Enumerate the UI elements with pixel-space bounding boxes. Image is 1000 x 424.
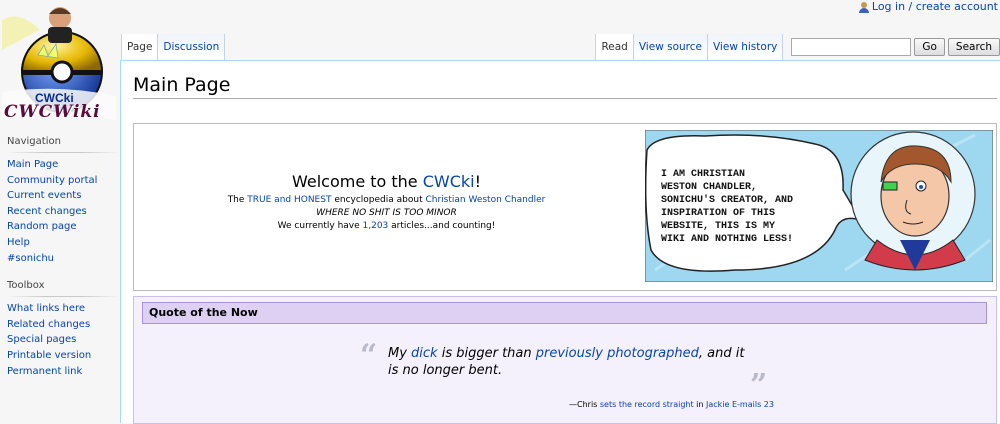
welcome-box: Welcome to the CWCki! The TRUE and HONES… bbox=[133, 123, 997, 291]
tab-view-history[interactable]: View history bbox=[707, 34, 784, 60]
sidebar-item-what-links-here[interactable]: What links here bbox=[7, 303, 85, 314]
bubble-line-3: SONICHU'S CREATOR, AND bbox=[661, 194, 793, 206]
article-count-link[interactable]: 1,203 bbox=[363, 221, 389, 231]
tagline-mid: encyclopedia about bbox=[331, 195, 426, 205]
navigation-heading: Navigation bbox=[7, 136, 120, 153]
tagline-pre: The bbox=[227, 195, 248, 205]
record-straight-link[interactable]: sets the record straight bbox=[600, 400, 694, 409]
sidebar-item-help[interactable]: Help bbox=[7, 237, 30, 248]
navigation-portlet: Navigation Main Page Community portal Cu… bbox=[0, 136, 120, 266]
go-button[interactable]: Go bbox=[914, 38, 945, 56]
tab-page[interactable]: Page bbox=[121, 34, 159, 60]
comic-image[interactable]: I AM CHRISTIAN WESTON CHANDLER, SONICHU'… bbox=[644, 129, 994, 283]
toolbox-portlet: Toolbox What links here Related changes … bbox=[0, 280, 120, 379]
welcome-suffix: ! bbox=[474, 172, 482, 191]
quote-header: Quote of the Now bbox=[142, 302, 987, 324]
namespace-tabs: Page Discussion bbox=[121, 34, 226, 60]
welcome-text: Welcome to the CWCki! The TRUE and HONES… bbox=[134, 124, 639, 290]
sidebar-item-recent-changes[interactable]: Recent changes bbox=[7, 206, 87, 217]
login-link[interactable]: Log in / create account bbox=[872, 0, 998, 14]
bubble-line-4: INSPIRATION OF THIS bbox=[661, 208, 775, 219]
sidebar-item-random-page[interactable]: Random page bbox=[7, 221, 77, 232]
sidebar: Navigation Main Page Community portal Cu… bbox=[0, 130, 120, 389]
quote-text: My dick is bigger than previously photog… bbox=[388, 345, 748, 379]
personal-tools: Log in / create account bbox=[858, 0, 998, 14]
quote-attribution: —Chris sets the record straight in Jacki… bbox=[569, 400, 774, 409]
bubble-line-5: WEBSITE, THIS IS MY bbox=[661, 221, 775, 232]
user-icon bbox=[858, 1, 869, 13]
count-pre: We currently have bbox=[277, 221, 363, 231]
sidebar-item-printable-version[interactable]: Printable version bbox=[7, 350, 91, 361]
cwcki-link[interactable]: CWCki bbox=[423, 172, 475, 191]
search-button[interactable]: Search bbox=[947, 38, 1000, 56]
sidebar-item-current-events[interactable]: Current events bbox=[7, 190, 81, 201]
close-quote-icon: ” bbox=[750, 368, 768, 403]
content-area: Main Page Welcome to the CWCki! The TRUE… bbox=[120, 60, 1000, 424]
welcome-title: Welcome to the CWCki! bbox=[134, 172, 639, 191]
quote-text-2: is bigger than bbox=[437, 346, 536, 361]
search-form: Go Search bbox=[791, 38, 1000, 56]
view-tabs: Read View source View history Go Search bbox=[595, 34, 1000, 60]
sidebar-item-permanent-link[interactable]: Permanent link bbox=[7, 366, 82, 377]
true-and-honest-link[interactable]: TRUE and HONEST bbox=[247, 195, 331, 205]
site-logo[interactable]: CWCki CWCWiki bbox=[0, 0, 120, 130]
bubble-line-1: I AM CHRISTIAN bbox=[661, 169, 745, 180]
motto: WHERE NO SHIT IS TOO MINOR bbox=[316, 208, 457, 218]
welcome-prefix: Welcome to the bbox=[291, 172, 423, 191]
sidebar-item-special-pages[interactable]: Special pages bbox=[7, 334, 76, 345]
count-post: articles...and counting! bbox=[388, 221, 496, 231]
article-count: We currently have 1,203 articles...and c… bbox=[134, 220, 639, 233]
sidebar-item-main-page[interactable]: Main Page bbox=[7, 159, 58, 170]
jackie-emails-link[interactable]: Jackie E-mails 23 bbox=[706, 400, 774, 409]
quote-text-1: My bbox=[388, 346, 412, 361]
attrib-mid: in bbox=[693, 400, 706, 409]
toolbox-heading: Toolbox bbox=[7, 280, 120, 298]
sidebar-item-related-changes[interactable]: Related changes bbox=[7, 319, 90, 330]
attrib-dash: —Chris bbox=[569, 400, 600, 409]
welcome-tagline: The TRUE and HONEST encyclopedia about C… bbox=[134, 194, 639, 207]
search-input[interactable] bbox=[791, 38, 912, 56]
page-title: Main Page bbox=[133, 73, 997, 99]
tab-view-source[interactable]: View source bbox=[633, 34, 708, 60]
tab-read[interactable]: Read bbox=[595, 34, 634, 60]
bubble-line-6: WIKI AND NOTHING LESS! bbox=[661, 234, 793, 245]
tab-discussion[interactable]: Discussion bbox=[158, 34, 226, 60]
open-quote-icon: “ bbox=[360, 338, 378, 373]
sidebar-item-community-portal[interactable]: Community portal bbox=[7, 175, 97, 186]
quote-box: Quote of the Now “ My dick is bigger tha… bbox=[133, 296, 997, 424]
bubble-line-2: WESTON CHANDLER, bbox=[661, 182, 757, 193]
sidebar-item-sonichu[interactable]: #sonichu bbox=[7, 253, 54, 264]
quote-link-dick[interactable]: dick bbox=[411, 346, 438, 361]
logo-banner: CWCWiki bbox=[4, 102, 101, 122]
quote-link-previously-photographed[interactable]: previously photographed bbox=[536, 346, 699, 361]
chris-comic-icon: I AM CHRISTIAN WESTON CHANDLER, SONICHU'… bbox=[644, 129, 994, 283]
christian-weston-chandler-link[interactable]: Christian Weston Chandler bbox=[425, 195, 545, 205]
